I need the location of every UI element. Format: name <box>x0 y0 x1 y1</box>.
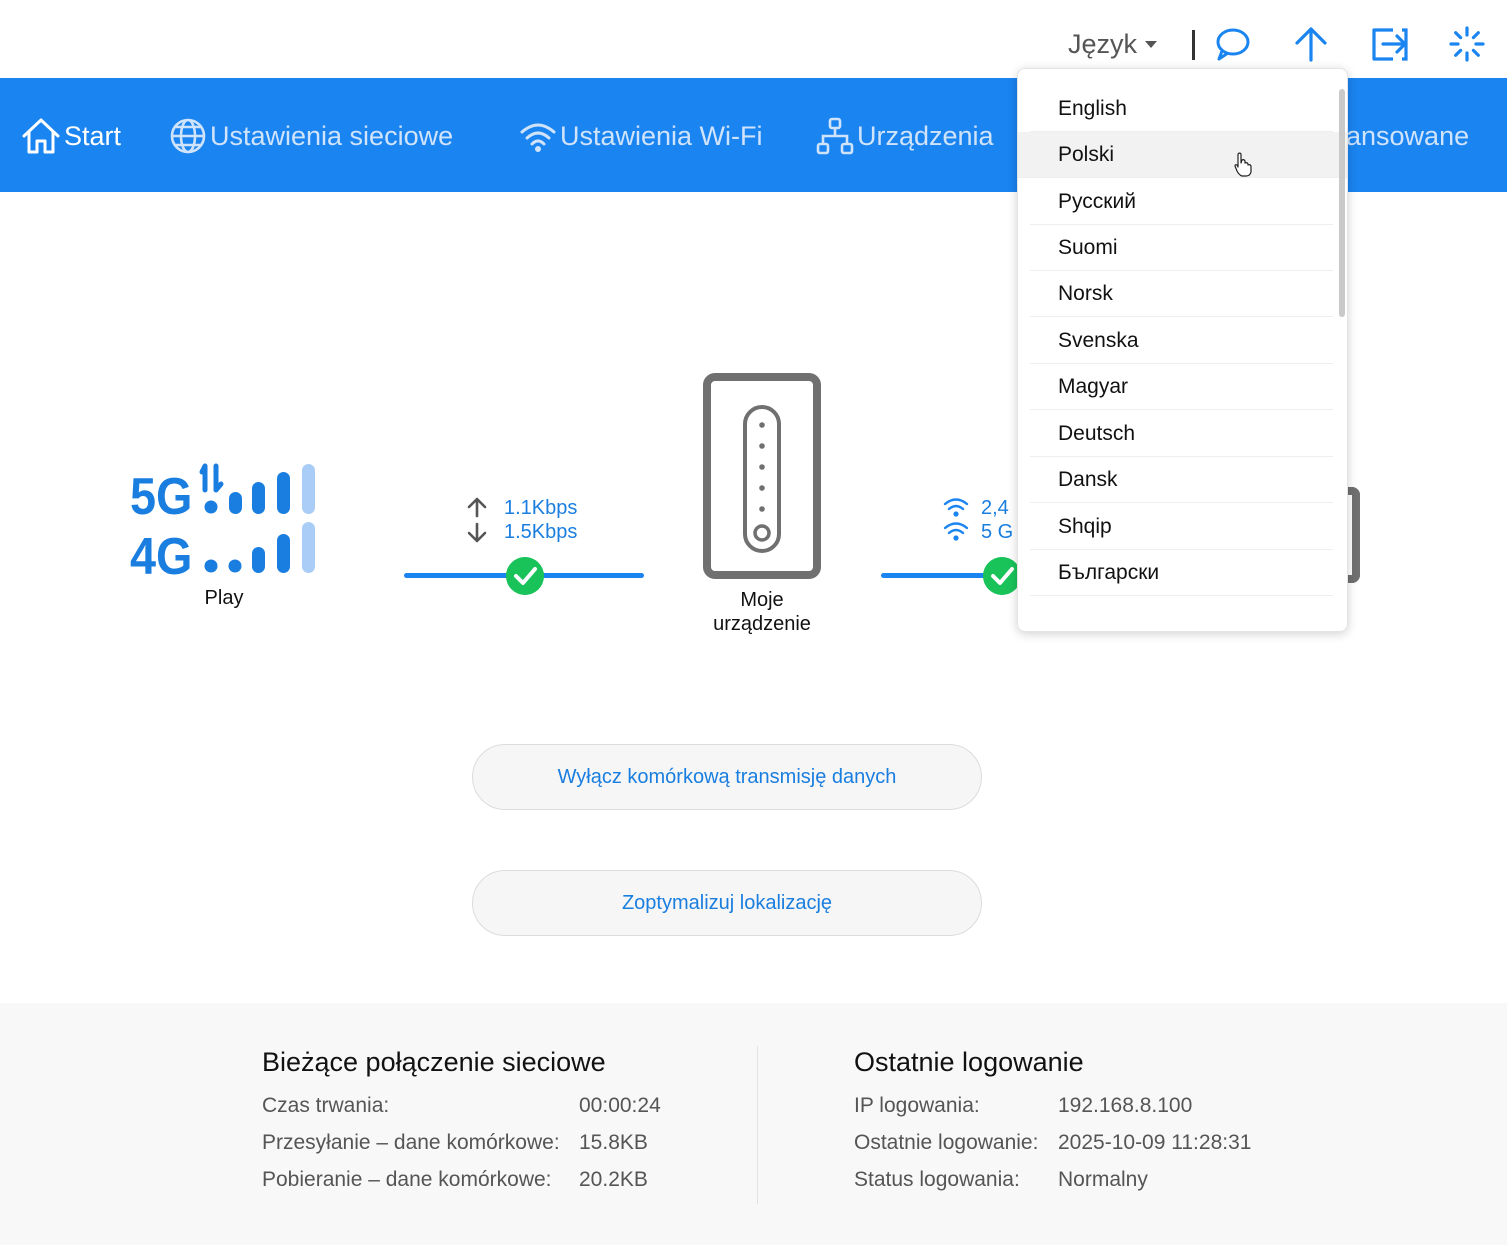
download-speed: 1.5Kbps <box>504 521 578 543</box>
globe-icon <box>170 118 206 154</box>
language-option-suomi[interactable]: Suomi <box>1030 225 1333 271</box>
optimize-location-button[interactable]: Zoptymalizuj lokalizację <box>472 870 982 936</box>
hand-cursor-icon <box>1234 152 1252 177</box>
language-option-russian[interactable]: Русский <box>1030 179 1333 225</box>
language-option-svenska[interactable]: Svenska <box>1030 318 1333 364</box>
device-label-line1: Moje <box>740 589 784 611</box>
status-footer <box>0 1003 1507 1245</box>
devices-icon <box>816 117 854 155</box>
language-option-dansk[interactable]: Dansk <box>1030 457 1333 503</box>
upload-data-label: Przesyłanie – dane komórkowe: <box>262 1131 560 1154</box>
home-icon <box>22 118 60 154</box>
svg-text:4G: 4G <box>130 528 192 578</box>
check-icon <box>506 557 544 595</box>
nav-label-start: Start <box>64 120 122 151</box>
signal-5g-4g-icon: 5G 4G <box>130 463 315 578</box>
divider <box>757 1046 758 1204</box>
top-bar: Język <box>0 0 1507 78</box>
divider <box>1192 30 1195 60</box>
upload-data-value: 15.8KB <box>579 1131 648 1154</box>
last-login-title: Ostatnie logowanie <box>854 1047 1084 1077</box>
svg-text:5G: 5G <box>130 468 192 526</box>
login-ip-label: IP logowania: <box>854 1094 980 1117</box>
loading-icon[interactable] <box>1447 24 1487 64</box>
message-icon[interactable] <box>1213 24 1253 64</box>
language-option-polski[interactable]: Polski <box>1018 132 1347 178</box>
download-data-label: Pobieranie – dane komórkowe: <box>262 1168 552 1191</box>
operator-name: Play <box>204 587 244 609</box>
update-arrow-icon[interactable] <box>1291 24 1331 64</box>
language-option-english[interactable]: English <box>1030 86 1333 132</box>
wifi-5-band: 5 G <box>981 521 1014 543</box>
last-login-label: Ostatnie logowanie: <box>854 1131 1039 1154</box>
nav-item-advanced[interactable]: ansowane <box>1346 114 1469 158</box>
wifi-band-icons <box>943 498 969 541</box>
caret-down-icon <box>1145 40 1158 48</box>
nav-item-wifi-settings[interactable]: Ustawienia Wi-Fi <box>518 114 763 158</box>
language-dropdown[interactable]: English Polski Русский Suomi Norsk Svens… <box>1017 68 1348 632</box>
login-ip-value: 192.168.8.100 <box>1058 1094 1193 1117</box>
nav-item-devices[interactable]: Urządzenia <box>815 114 994 158</box>
last-login-value: 2025-10-09 11:28:31 <box>1058 1131 1252 1154</box>
language-option-deutsch[interactable]: Deutsch <box>1030 411 1333 457</box>
wifi-24-band: 2,4 <box>981 497 1009 519</box>
language-option-shqip[interactable]: Shqip <box>1030 504 1333 550</box>
nav-item-network-settings[interactable]: Ustawienia sieciowe <box>168 114 453 158</box>
nav-label-devices: Urządzenia <box>857 120 994 151</box>
upload-download-arrows-icon <box>467 497 487 543</box>
login-status-label: Status logowania: <box>854 1168 1020 1191</box>
check-icon <box>983 557 1021 595</box>
duration-label: Czas trwania: <box>262 1094 390 1117</box>
language-label: Język <box>1068 28 1138 59</box>
device-label-line2: urządzenie <box>713 613 811 635</box>
nav-label-network-settings: Ustawienia sieciowe <box>210 120 454 151</box>
router-device-icon[interactable] <box>703 373 821 581</box>
language-option-partial[interactable] <box>1030 596 1333 631</box>
logout-icon[interactable] <box>1369 24 1409 64</box>
language-option-norsk[interactable]: Norsk <box>1030 271 1333 317</box>
language-option-magyar[interactable]: Magyar <box>1030 364 1333 410</box>
nav-label-advanced: ansowane <box>1346 120 1470 151</box>
wifi-icon <box>520 123 556 152</box>
duration-value: 00:00:24 <box>579 1094 661 1117</box>
dropdown-scrollbar[interactable] <box>1339 89 1345 317</box>
device-label: Moje urządzenie <box>682 588 842 636</box>
upload-speed: 1.1Kbps <box>504 497 578 519</box>
nav-label-wifi-settings: Ustawienia Wi-Fi <box>560 120 763 151</box>
current-connection-title: Bieżące połączenie sieciowe <box>262 1047 606 1077</box>
nav-item-start[interactable]: Start <box>20 114 121 158</box>
login-status-value: Normalny <box>1058 1168 1148 1191</box>
language-selector[interactable]: Język <box>1068 27 1158 61</box>
disable-mobile-data-button[interactable]: Wyłącz komórkową transmisję danych <box>472 744 982 810</box>
language-option-bulgarian[interactable]: Български <box>1030 550 1333 596</box>
download-data-value: 20.2KB <box>579 1168 648 1191</box>
